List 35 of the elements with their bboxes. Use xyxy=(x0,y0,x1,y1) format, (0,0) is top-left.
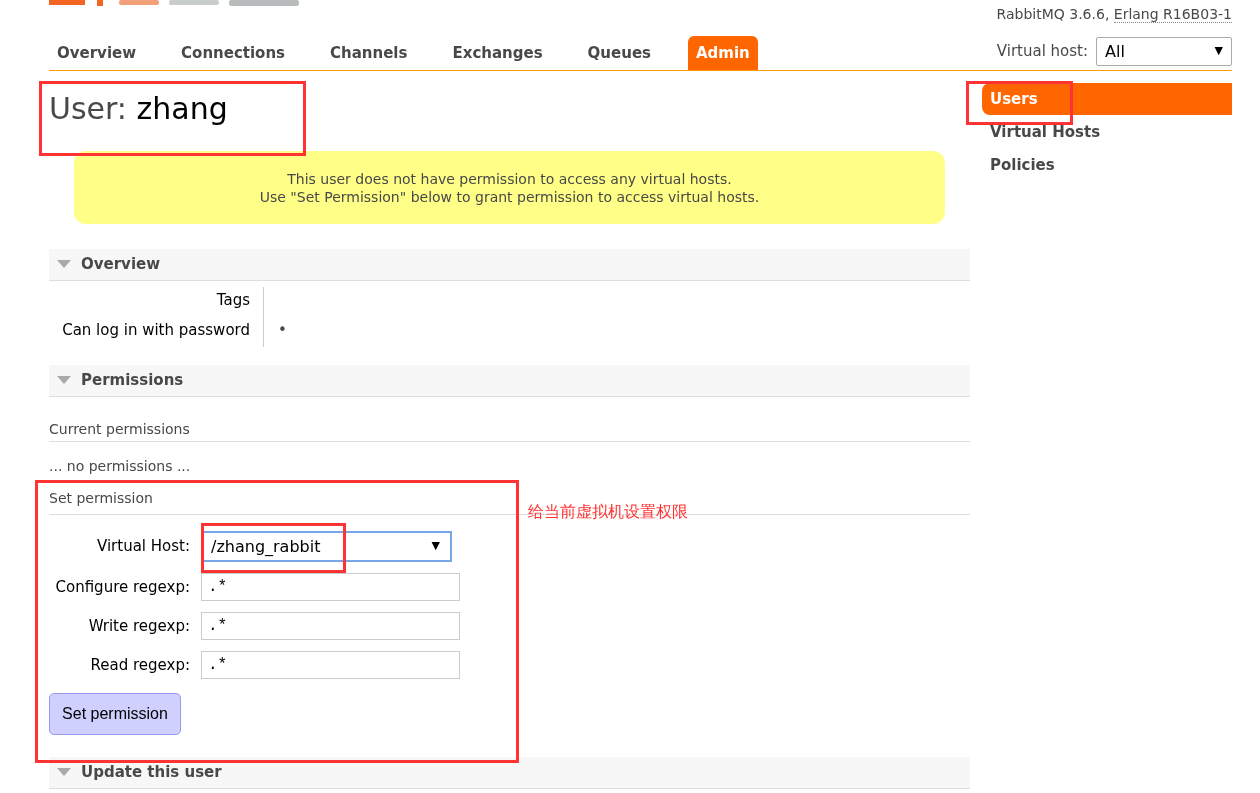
vhost-label: Virtual host: xyxy=(996,41,1088,63)
sidebar-item[interactable]: Virtual Hosts xyxy=(982,116,1232,148)
collapse-arrow-icon xyxy=(57,376,71,385)
vhost-permission-select[interactable]: /zhang_rabbit ▼ xyxy=(201,531,452,562)
erlang-link[interactable]: Erlang R16B03-1 xyxy=(1113,6,1232,23)
property-label: Tags xyxy=(216,290,250,311)
nav-tab[interactable]: Overview xyxy=(49,36,145,70)
notice-text: Use "Set Permission" below to grant permission to access virtual hosts. xyxy=(259,187,760,206)
form-label: Read regexp: xyxy=(89,654,191,676)
nav-tab[interactable]: Channels xyxy=(322,36,416,70)
section-header[interactable]: Update this user xyxy=(49,757,970,789)
subsection-heading: Current permissions xyxy=(49,419,970,442)
notice-text: This user does not have permission to access any virtual hosts. xyxy=(287,169,732,188)
set-permission-button[interactable]: Set permission xyxy=(49,693,181,735)
nav-tab[interactable]: Queues xyxy=(579,36,659,70)
property-value: • xyxy=(278,321,287,339)
form-label: Virtual Host: xyxy=(96,536,191,558)
form-label: Write regexp: xyxy=(87,615,191,637)
version-text: RabbitMQ 3.6.6, xyxy=(996,6,1111,22)
form-label: Configure regexp: xyxy=(54,576,191,598)
collapse-arrow-icon xyxy=(57,768,71,777)
empty-text: ... no permissions ... xyxy=(49,457,192,476)
vhost-select[interactable]: All ▼ xyxy=(1096,37,1232,66)
page-title: User: zhang xyxy=(49,91,229,127)
sidebar-item[interactable]: Policies xyxy=(982,149,1232,181)
regexp-field[interactable]: .* xyxy=(201,612,460,640)
section-header[interactable]: Permissions xyxy=(49,365,970,397)
regexp-field[interactable]: .* xyxy=(201,651,460,679)
nav-tab[interactable]: Exchanges xyxy=(444,36,551,70)
section-header[interactable]: Overview xyxy=(49,249,970,281)
property-label: Can log in with password xyxy=(62,320,250,341)
nav-tab[interactable]: Connections xyxy=(173,36,294,70)
annotation-note: 给当前虚拟机设置权限 xyxy=(528,501,688,523)
collapse-arrow-icon xyxy=(57,260,71,269)
regexp-field[interactable]: .* xyxy=(201,573,460,601)
